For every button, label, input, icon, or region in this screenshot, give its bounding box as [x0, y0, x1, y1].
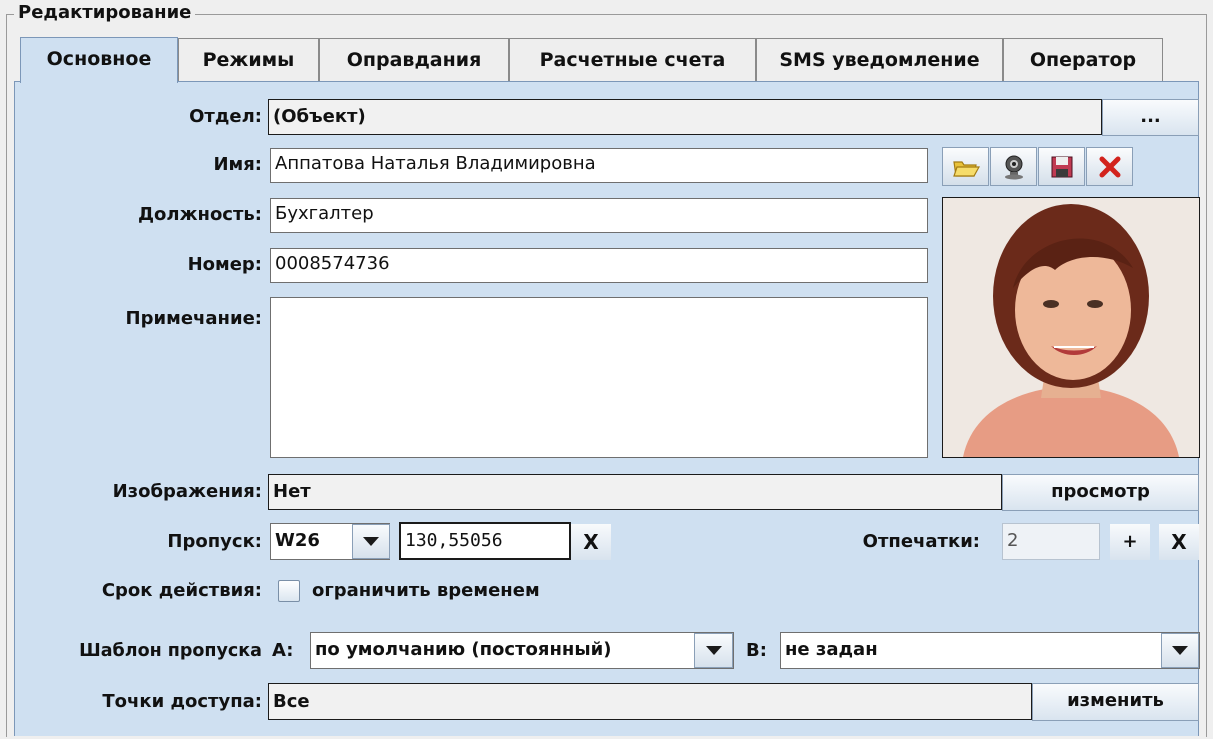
tab-sms[interactable]: SMS уведомление [756, 38, 1003, 81]
fingerprint-remove-button[interactable]: X [1159, 524, 1199, 560]
access-points-field: Все [268, 683, 1032, 720]
position-label: Должность: [138, 204, 262, 225]
tab-main[interactable]: Основное [20, 37, 178, 83]
pass-clear-button[interactable]: X [571, 524, 611, 560]
images-view-button[interactable]: просмотр [1002, 474, 1199, 511]
pass-format-dropdown[interactable] [352, 524, 390, 559]
save-disk-icon[interactable] [1038, 147, 1085, 186]
department-browse-button[interactable]: ... [1102, 99, 1199, 136]
images-label: Изображения: [112, 481, 262, 502]
template-a-combo[interactable]: по умолчанию (постоянный) [310, 632, 734, 669]
template-a-dropdown[interactable] [694, 633, 733, 668]
template-label: Шаблон пропуска [79, 641, 262, 661]
groupbox-title: Редактирование [14, 2, 196, 24]
template-a-label: A: [272, 640, 294, 661]
validity-label: Срок действия: [101, 580, 262, 601]
delete-x-icon[interactable] [1086, 147, 1133, 186]
fingerprint-add-button[interactable]: + [1110, 524, 1150, 560]
fingerprints-count: 2 [1002, 523, 1100, 560]
template-b-dropdown[interactable] [1161, 633, 1199, 668]
note-textarea[interactable] [270, 297, 928, 458]
chevron-down-icon [1172, 646, 1188, 655]
tab-excuses[interactable]: Оправдания [319, 38, 509, 81]
number-label: Номер: [187, 254, 262, 275]
tab-operator[interactable]: Оператор [1003, 38, 1163, 81]
chevron-down-icon [363, 537, 379, 546]
name-field[interactable]: Аппатова Наталья Владимировна [270, 148, 928, 183]
template-b-combo[interactable]: не задан [780, 632, 1200, 669]
pass-format-value: W26 [275, 530, 320, 551]
employee-photo [942, 197, 1200, 458]
pass-label: Пропуск: [167, 531, 262, 552]
template-a-value: по умолчанию (постоянный) [315, 639, 612, 660]
tab-modes[interactable]: Режимы [178, 38, 319, 81]
position-field[interactable]: Бухгалтер [270, 198, 928, 233]
validity-checkbox[interactable] [278, 580, 300, 602]
access-points-label: Точки доступа: [102, 691, 262, 712]
validity-checkbox-label[interactable]: ограничить временем [312, 576, 540, 606]
department-label: Отдел: [189, 106, 262, 127]
name-label: Имя: [213, 154, 262, 175]
template-b-value: не задан [785, 639, 878, 660]
fingerprints-label: Отпечатки: [862, 531, 980, 552]
images-field: Нет [268, 474, 1002, 510]
open-folder-icon[interactable] [942, 147, 989, 186]
template-b-label: B: [746, 640, 767, 661]
access-points-change-button[interactable]: изменить [1032, 683, 1199, 721]
chevron-down-icon [705, 646, 722, 655]
tab-accounts[interactable]: Расчетные счета [509, 38, 756, 81]
number-field[interactable]: 0008574736 [270, 248, 928, 283]
webcam-icon[interactable] [990, 147, 1037, 186]
pass-code-field[interactable]: 130,55056 [399, 522, 571, 560]
department-field[interactable]: (Объект) [268, 99, 1102, 135]
note-label: Примечание: [125, 308, 262, 329]
